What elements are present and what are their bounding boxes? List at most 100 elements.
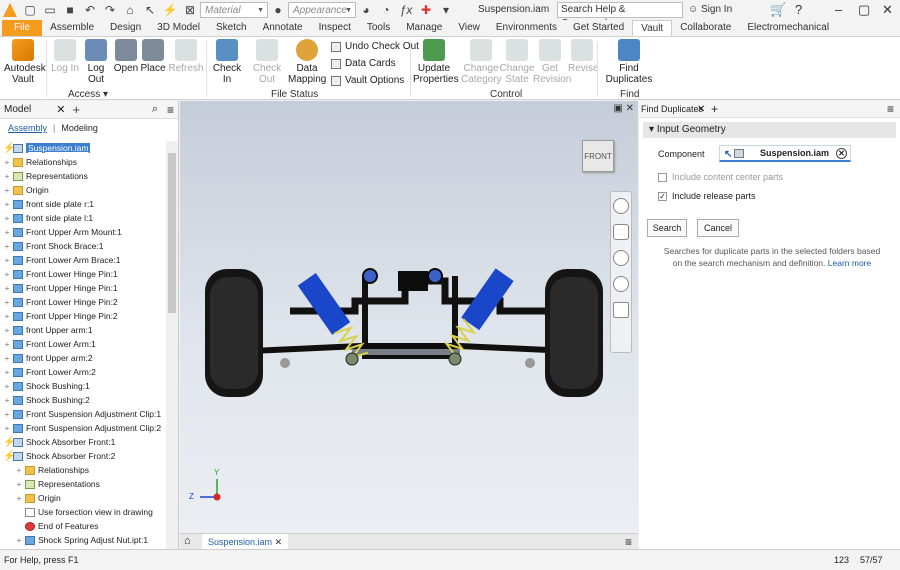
tab-assemble[interactable]: Assemble bbox=[42, 20, 102, 36]
tree-node[interactable]: + Front Upper Arm Mount:1 bbox=[0, 225, 166, 239]
redo-icon[interactable]: ↷ bbox=[102, 2, 118, 18]
tab-annotate[interactable]: Annotate bbox=[255, 20, 311, 36]
tree-node[interactable]: + Front Suspension Adjustment Clip:1 bbox=[0, 407, 166, 421]
expand-icon[interactable]: + bbox=[3, 312, 11, 321]
tree-node[interactable]: + Shock Bushing:1 bbox=[0, 379, 166, 393]
tab-assembly[interactable]: Assembly bbox=[8, 123, 47, 133]
help-icon[interactable]: ? bbox=[795, 2, 802, 17]
cart-icon[interactable]: 🛒 bbox=[770, 2, 786, 18]
app-logo-icon[interactable] bbox=[0, 0, 20, 20]
hamburger-menu-icon[interactable]: ≡ bbox=[167, 103, 174, 117]
tree-node[interactable]: + Front Lower Hinge Pin:1 bbox=[0, 267, 166, 281]
panel-access-label[interactable]: Access ▾ bbox=[68, 89, 108, 100]
tab-3d-model[interactable]: 3D Model bbox=[149, 20, 208, 36]
hamburger-menu-icon[interactable]: ≡ bbox=[887, 101, 894, 118]
update-icon[interactable]: ⚡ bbox=[162, 2, 178, 18]
save-icon[interactable]: ■ bbox=[62, 2, 78, 18]
expand-icon[interactable]: + bbox=[3, 326, 11, 335]
expand-icon[interactable]: + bbox=[3, 354, 11, 363]
tab-tools[interactable]: Tools bbox=[359, 20, 398, 36]
clear-appearance-icon[interactable]: ◔ bbox=[378, 2, 394, 18]
tree-node[interactable]: + Origin bbox=[0, 491, 166, 505]
search-icon[interactable]: ⌕ bbox=[152, 103, 158, 116]
tree-node[interactable]: + front side plate l:1 bbox=[0, 211, 166, 225]
component-selector[interactable]: ↖ Suspension.iam ✕ bbox=[719, 145, 851, 162]
tree-node[interactable]: + Front Lower Arm:1 bbox=[0, 337, 166, 351]
suspension-model[interactable] bbox=[180, 101, 638, 533]
tab-vault[interactable]: Vault bbox=[632, 20, 673, 36]
expand-icon[interactable]: + bbox=[15, 494, 23, 503]
tree-node[interactable]: + Front Lower Hinge Pin:2 bbox=[0, 295, 166, 309]
tree-node[interactable]: + front Upper arm:1 bbox=[0, 323, 166, 337]
plus-icon[interactable]: ✚ bbox=[418, 2, 434, 18]
close-icon[interactable]: ✕ bbox=[56, 103, 65, 116]
login-button[interactable]: Log In bbox=[50, 39, 80, 74]
change-category-button[interactable]: Change Category bbox=[461, 39, 502, 85]
tree-node[interactable]: + Front Upper Hinge Pin:1 bbox=[0, 281, 166, 295]
find-duplicates-button[interactable]: Find Duplicates bbox=[599, 39, 659, 85]
adjust-icon[interactable]: ◕ bbox=[358, 2, 374, 18]
expand-icon[interactable]: + bbox=[3, 200, 11, 209]
update-properties-button[interactable]: Update Properties bbox=[413, 39, 459, 85]
scrollbar-thumb[interactable] bbox=[168, 153, 176, 313]
tab-view[interactable]: View bbox=[450, 20, 488, 36]
expand-icon[interactable]: + bbox=[3, 242, 11, 251]
tree-node[interactable]: + Front Suspension Adjustment Clip:2 bbox=[0, 421, 166, 435]
sign-in-link[interactable]: ☺ Sign In bbox=[688, 4, 732, 15]
expand-icon[interactable]: + bbox=[15, 466, 23, 475]
undo-icon[interactable]: ↶ bbox=[82, 2, 98, 18]
clear-icon[interactable]: ✕ bbox=[836, 148, 847, 159]
data-cards-button[interactable]: Data Cards bbox=[331, 58, 396, 69]
open-folder-icon[interactable]: ▭ bbox=[42, 2, 58, 18]
tree-node[interactable]: + Shock Spring Adjust Nut.ipt:1 bbox=[0, 533, 166, 547]
expand-icon[interactable]: + bbox=[15, 536, 23, 545]
select-icon[interactable]: ↖ bbox=[142, 2, 158, 18]
tab-inspect[interactable]: Inspect bbox=[311, 20, 359, 36]
tree-node[interactable]: + Front Shock Brace:1 bbox=[0, 239, 166, 253]
expand-icon[interactable]: + bbox=[3, 256, 11, 265]
vault-options-button[interactable]: Vault Options bbox=[331, 75, 404, 86]
return-icon[interactable]: ⊠ bbox=[182, 2, 198, 18]
include-content-center-checkbox[interactable]: Include content center parts bbox=[658, 172, 783, 182]
tree-node[interactable]: ⚡ Shock Absorber Front:1 bbox=[0, 435, 166, 449]
tab-collaborate[interactable]: Collaborate bbox=[672, 20, 739, 36]
tree-node[interactable]: + front Upper arm:2 bbox=[0, 351, 166, 365]
revise-button[interactable]: Revise bbox=[568, 39, 599, 74]
restore-icon[interactable]: ▢ bbox=[858, 2, 870, 18]
tree-node[interactable]: + Origin bbox=[0, 183, 166, 197]
checkout-button[interactable]: Check Out bbox=[246, 39, 288, 85]
get-revision-button[interactable]: Get Revision bbox=[533, 39, 571, 85]
material-combo[interactable]: Material ▼ bbox=[200, 2, 268, 18]
close-icon[interactable]: ✕ bbox=[882, 2, 893, 18]
expand-icon[interactable]: + bbox=[3, 340, 11, 349]
tree-node[interactable]: ⚡ Suspension.iam bbox=[0, 141, 166, 155]
tree-node[interactable]: + Front Lower Arm Brace:1 bbox=[0, 253, 166, 267]
tab-modeling[interactable]: Modeling bbox=[61, 123, 98, 133]
appearance-combo[interactable]: Appearance ▼ bbox=[288, 2, 356, 18]
tree-node[interactable]: + front side plate r:1 bbox=[0, 197, 166, 211]
include-release-checkbox[interactable]: ✓ Include release parts bbox=[658, 191, 756, 201]
graphics-viewport[interactable]: ▣ ✕ FRONT Y Z bbox=[180, 101, 638, 533]
autodesk-vault-button[interactable]: Autodesk Vault bbox=[4, 39, 46, 85]
change-state-button[interactable]: Change State bbox=[499, 39, 535, 85]
customize-icon[interactable]: ▾ bbox=[438, 2, 454, 18]
tree-node[interactable]: + Representations bbox=[0, 477, 166, 491]
expand-icon[interactable]: + bbox=[3, 382, 11, 391]
help-search-input[interactable]: Search Help & Commands... bbox=[557, 2, 683, 29]
close-icon[interactable]: ✕ bbox=[275, 537, 283, 547]
expand-icon[interactable]: + bbox=[3, 368, 11, 377]
minimize-icon[interactable]: – bbox=[835, 2, 842, 17]
expand-icon[interactable]: + bbox=[3, 410, 11, 419]
tree-node[interactable]: + Front Upper Hinge Pin:2 bbox=[0, 309, 166, 323]
expand-icon[interactable]: + bbox=[15, 480, 23, 489]
expand-icon[interactable]: + bbox=[3, 396, 11, 405]
home-icon[interactable]: ⌂ bbox=[184, 535, 191, 547]
tab-file[interactable]: File bbox=[2, 20, 43, 36]
tree-node[interactable]: + Front Lower Arm:2 bbox=[0, 365, 166, 379]
tree-node[interactable]: Use forsection view in drawing bbox=[0, 505, 166, 519]
tab-manage[interactable]: Manage bbox=[398, 20, 450, 36]
expand-icon[interactable]: + bbox=[3, 172, 11, 181]
input-geometry-section[interactable]: ▾ Input Geometry bbox=[643, 122, 896, 138]
new-file-icon[interactable]: ▢ bbox=[22, 2, 38, 18]
expand-icon[interactable]: + bbox=[3, 270, 11, 279]
